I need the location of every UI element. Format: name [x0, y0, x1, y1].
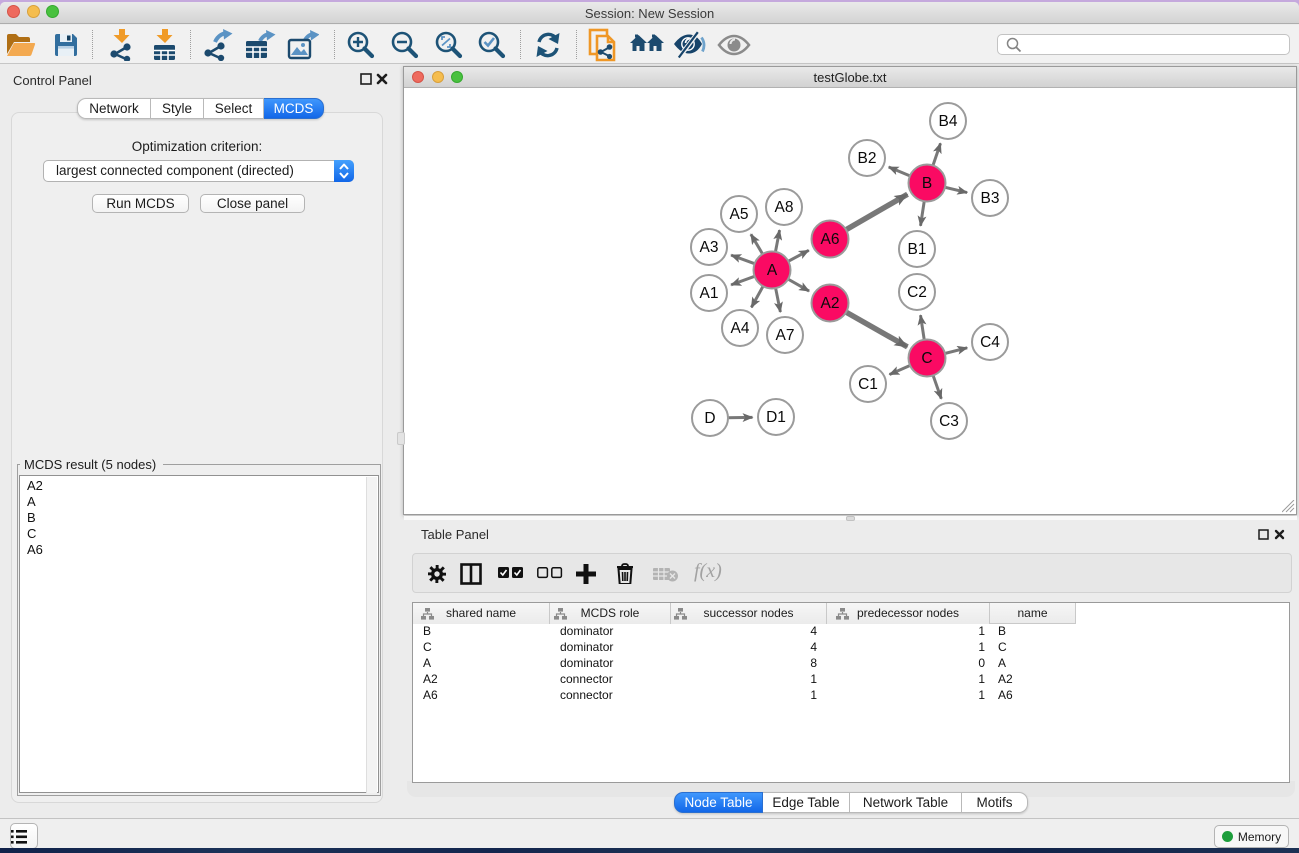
svg-text:C2: C2 [907, 284, 927, 301]
svg-text:A8: A8 [775, 199, 794, 216]
svg-text:A5: A5 [730, 206, 749, 223]
svg-text:D: D [704, 410, 715, 427]
svg-text:B: B [922, 175, 932, 192]
svg-text:B2: B2 [858, 150, 877, 167]
svg-text:A6: A6 [821, 231, 840, 248]
svg-text:C3: C3 [939, 413, 959, 430]
svg-text:A: A [767, 262, 778, 279]
svg-text:C1: C1 [858, 376, 878, 393]
svg-text:A2: A2 [821, 295, 840, 312]
svg-text:A4: A4 [731, 320, 750, 337]
svg-text:D1: D1 [766, 409, 786, 426]
svg-text:C4: C4 [980, 334, 1000, 351]
svg-text:A7: A7 [776, 327, 795, 344]
svg-text:A3: A3 [700, 239, 719, 256]
svg-text:A1: A1 [700, 285, 719, 302]
svg-text:C: C [921, 350, 932, 367]
svg-text:B3: B3 [981, 190, 1000, 207]
svg-text:B4: B4 [939, 113, 958, 130]
svg-text:B1: B1 [908, 241, 927, 258]
